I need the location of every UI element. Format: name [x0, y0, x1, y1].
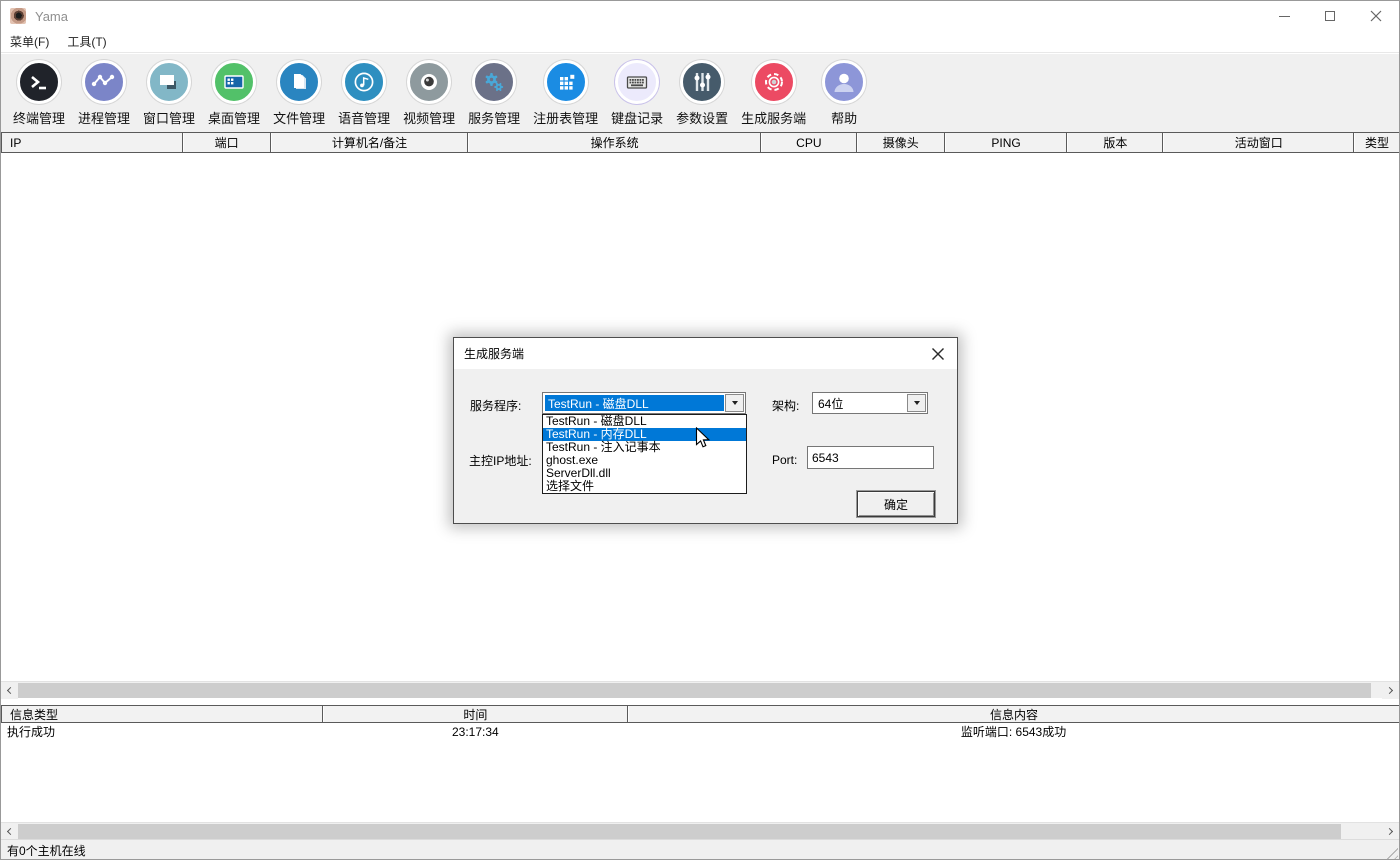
status-bar: 有0个主机在线	[1, 839, 1399, 860]
scroll-left-button[interactable]	[1, 682, 18, 699]
toolbar-button-process[interactable]: 进程管理	[78, 60, 130, 127]
port-label: Port:	[772, 453, 797, 467]
chevron-right-icon	[1386, 687, 1393, 694]
toolbar-button-services[interactable]: 服务管理	[468, 60, 520, 127]
person-icon	[822, 60, 866, 104]
architecture-combobox[interactable]: 64位	[812, 392, 928, 414]
column-header-time[interactable]: 时间	[323, 706, 629, 722]
column-header-active-window[interactable]: 活动窗口	[1163, 133, 1354, 152]
scrollbar-thumb[interactable]	[18, 683, 1371, 698]
service-program-value: TestRun - 磁盘DLL	[545, 395, 724, 411]
host-table-hscrollbar[interactable]	[1, 681, 1399, 698]
column-header-cpu[interactable]: CPU	[761, 133, 857, 152]
combo-dropdown-button[interactable]	[907, 394, 926, 412]
dialog-title: 生成服务端	[464, 345, 524, 362]
message-type-cell: 执行成功	[1, 723, 323, 740]
column-header-ping[interactable]: PING	[945, 133, 1068, 152]
message-content-cell: 监听端口: 6543成功	[628, 723, 1399, 740]
scroll-right-button[interactable]	[1382, 823, 1399, 840]
resize-grip[interactable]	[1384, 845, 1398, 859]
scroll-right-button[interactable]	[1382, 682, 1399, 699]
service-program-combobox[interactable]: TestRun - 磁盘DLL	[542, 392, 746, 414]
column-header-message-type[interactable]: 信息类型	[1, 706, 323, 722]
column-header-computer-name[interactable]: 计算机名/备注	[271, 133, 469, 152]
menu-item-menu[interactable]: 菜单(F)	[1, 30, 58, 53]
chevron-down-icon	[732, 401, 738, 405]
toolbar-button-terminal[interactable]: 终端管理	[13, 60, 65, 127]
target-icon	[752, 60, 796, 104]
terminal-icon	[17, 60, 61, 104]
ok-button[interactable]: 确定	[857, 491, 935, 517]
minimize-button[interactable]	[1261, 1, 1307, 31]
gears-icon	[472, 60, 516, 104]
app-logo-icon	[10, 8, 26, 24]
menu-item-tools[interactable]: 工具(T)	[58, 30, 115, 53]
menu-bar: 菜单(F) 工具(T)	[1, 31, 1399, 53]
chevron-left-icon	[7, 687, 14, 694]
dialog-title-bar: 生成服务端	[454, 338, 957, 369]
sliders-icon	[680, 60, 724, 104]
desktop-icon	[212, 60, 256, 104]
minimize-icon	[1279, 16, 1290, 17]
activity-icon	[82, 60, 126, 104]
architecture-label: 架构:	[772, 397, 799, 414]
window-icon	[147, 60, 191, 104]
master-ip-label: 主控IP地址:	[469, 452, 532, 469]
audio-icon	[342, 60, 386, 104]
service-dropdown-item[interactable]: 选择文件	[543, 480, 746, 493]
toolbar-button-settings[interactable]: 参数设置	[676, 60, 728, 127]
chevron-down-icon	[914, 401, 920, 405]
dialog-close-button[interactable]	[930, 346, 946, 362]
toolbar-button-audio[interactable]: 语音管理	[338, 60, 390, 127]
message-table-hscrollbar[interactable]	[1, 822, 1399, 839]
toolbar-button-files[interactable]: 文件管理	[273, 60, 325, 127]
close-button[interactable]	[1353, 1, 1399, 31]
toolbar-button-windows[interactable]: 窗口管理	[143, 60, 195, 127]
toolbar: 终端管理 进程管理 窗口管理 桌面管理 文件管理	[1, 54, 1399, 132]
architecture-value: 64位	[815, 395, 906, 411]
service-program-label: 服务程序:	[470, 397, 521, 414]
column-header-message-content[interactable]: 信息内容	[628, 706, 1399, 722]
message-table-body: 执行成功 23:17:34 监听端口: 6543成功	[1, 723, 1399, 822]
port-input[interactable]	[807, 446, 934, 469]
keyboard-icon	[615, 60, 659, 104]
title-bar: Yama	[1, 1, 1399, 31]
close-icon	[931, 347, 945, 361]
online-hosts-status: 有0个主机在线	[7, 842, 86, 859]
maximize-button[interactable]	[1307, 1, 1353, 31]
scrollbar-thumb[interactable]	[18, 824, 1341, 839]
message-table-header: 信息类型 时间 信息内容	[1, 705, 1399, 723]
camera-icon	[407, 60, 451, 104]
column-header-ip[interactable]: IP	[1, 133, 183, 152]
chevron-left-icon	[7, 828, 14, 835]
window-title: Yama	[35, 9, 68, 24]
toolbar-button-desktop[interactable]: 桌面管理	[208, 60, 260, 127]
message-row[interactable]: 执行成功 23:17:34 监听端口: 6543成功	[1, 723, 1399, 740]
column-header-type[interactable]: 类型	[1354, 133, 1399, 152]
message-time-cell: 23:17:34	[323, 725, 629, 739]
file-icon	[277, 60, 321, 104]
column-header-port[interactable]: 端口	[183, 133, 271, 152]
scroll-left-button[interactable]	[1, 823, 18, 840]
close-icon	[1370, 10, 1382, 22]
column-header-version[interactable]: 版本	[1067, 133, 1163, 152]
toolbar-button-generate-server[interactable]: 生成服务端	[741, 60, 806, 127]
app-window: Yama 菜单(F) 工具(T) 终端管理 进程管理	[0, 0, 1400, 860]
toolbar-button-help[interactable]: 帮助	[819, 60, 869, 127]
registry-icon	[544, 60, 588, 104]
chevron-right-icon	[1386, 828, 1393, 835]
column-header-os[interactable]: 操作系统	[468, 133, 761, 152]
combo-dropdown-button[interactable]	[725, 394, 744, 412]
toolbar-button-keylogger[interactable]: 键盘记录	[611, 60, 663, 127]
window-controls	[1261, 1, 1399, 31]
host-table-header: IP 端口 计算机名/备注 操作系统 CPU 摄像头 PING 版本 活动窗口 …	[1, 132, 1399, 153]
service-program-dropdown-list: TestRun - 磁盘DLL TestRun - 内存DLL TestRun …	[542, 414, 747, 494]
maximize-icon	[1325, 11, 1335, 21]
ok-button-label: 确定	[884, 496, 908, 513]
toolbar-button-video[interactable]: 视频管理	[403, 60, 455, 127]
toolbar-button-registry[interactable]: 注册表管理	[533, 60, 598, 127]
mouse-cursor	[695, 427, 713, 451]
column-header-webcam[interactable]: 摄像头	[857, 133, 945, 152]
